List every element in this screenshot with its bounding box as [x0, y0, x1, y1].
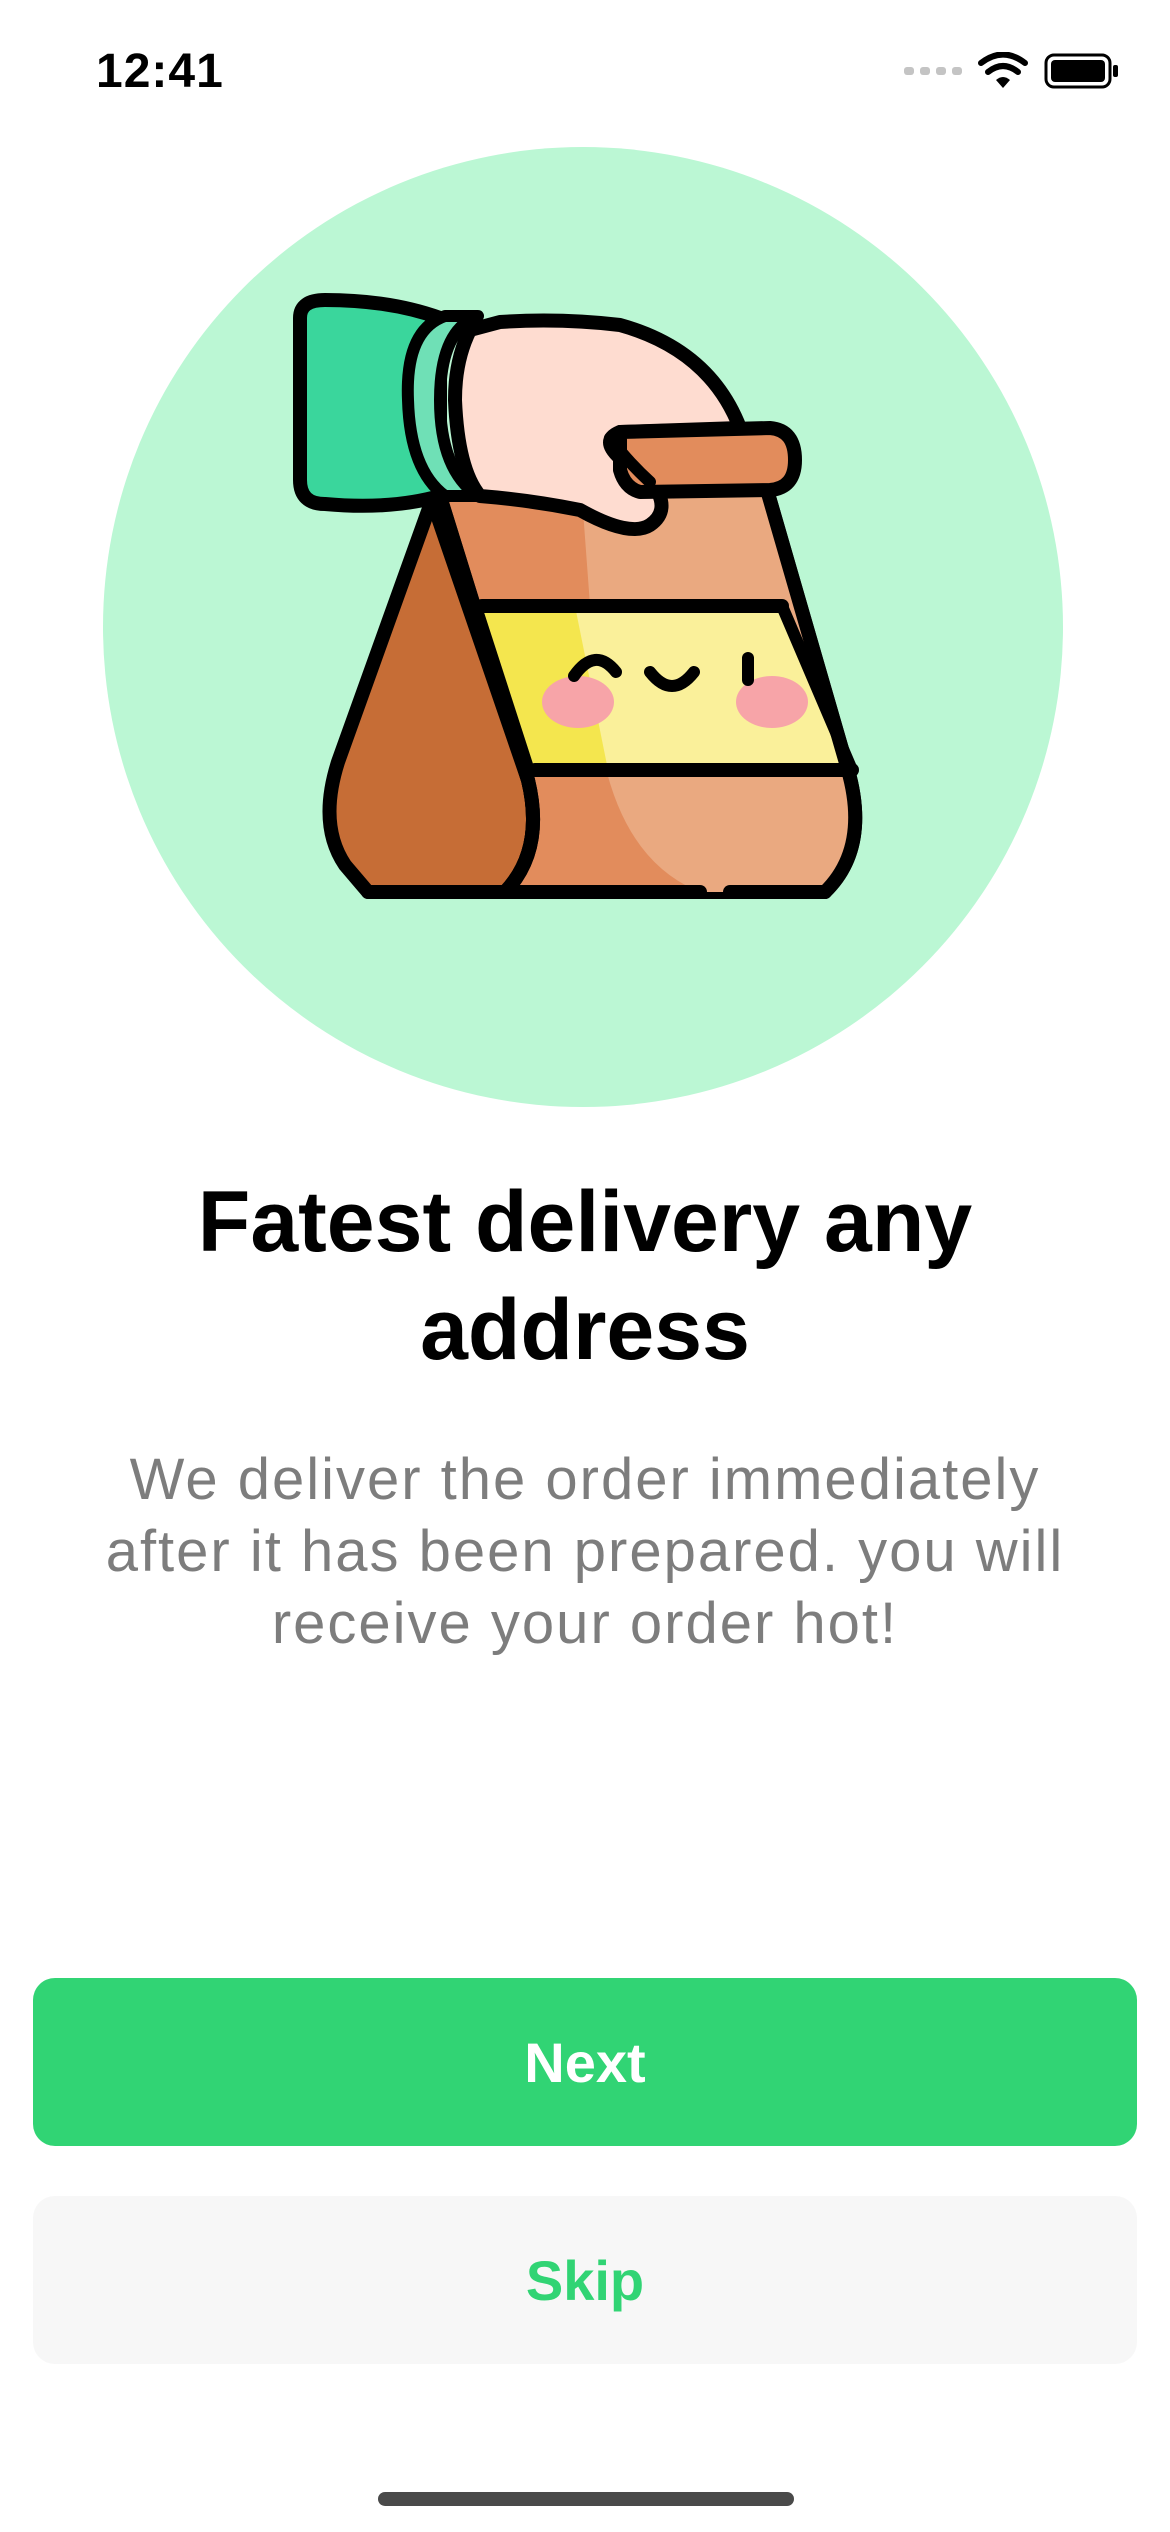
home-indicator — [378, 2492, 794, 2506]
delivery-bag-icon — [103, 147, 1063, 1107]
skip-button[interactable]: Skip — [33, 2196, 1137, 2364]
onboarding-title: Fatest delivery any address — [197, 1174, 973, 1378]
onboarding-description: We deliver the order immediately after i… — [105, 1447, 1065, 1656]
next-button[interactable]: Next — [33, 1978, 1137, 2146]
